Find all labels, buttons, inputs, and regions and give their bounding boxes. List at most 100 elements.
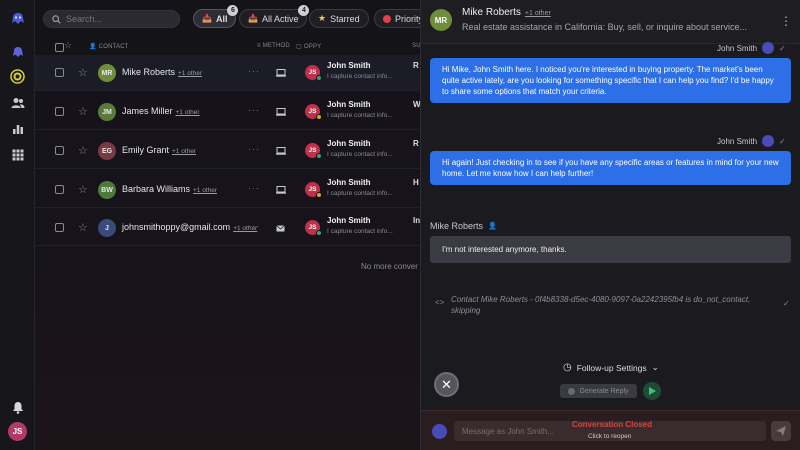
select-all-checkbox[interactable] <box>55 43 64 52</box>
other-contacts-link[interactable]: +1 other <box>193 187 217 194</box>
close-icon: ✕ <box>441 376 452 392</box>
desktop-icon <box>276 146 286 155</box>
row-checkbox[interactable] <box>55 107 64 116</box>
sender-avatar-icon <box>432 424 447 439</box>
notifications-bell-icon[interactable] <box>9 399 26 416</box>
contact-name[interactable]: Mike Roberts <box>462 7 521 18</box>
filter-all-active[interactable]: 📥 All Active 4 <box>239 5 310 28</box>
contact-name[interactable]: Mike Roberts <box>122 67 175 77</box>
table-row[interactable]: ☆ BW Barbara Williams +1 other ··· JS John Smi… <box>35 172 420 208</box>
close-conversation-button[interactable]: ✕ <box>434 372 459 397</box>
inbox-icon[interactable] <box>9 68 26 85</box>
contact-name-cell[interactable]: Mike Roberts +1 other <box>122 67 202 77</box>
more-options-icon[interactable]: ⋮ <box>780 14 792 28</box>
code-icon: <> <box>435 298 445 307</box>
summary-cell: W <box>413 100 420 109</box>
filter-label: All <box>215 13 228 24</box>
send-button[interactable] <box>771 421 791 441</box>
agent-name: John Smith <box>327 216 371 225</box>
contact-column-header[interactable]: 👤 CONTACT <box>89 43 129 51</box>
generate-reply-button[interactable]: Generate Reply <box>560 384 637 398</box>
outgoing-message: Hi Mike, John Smith here. I noticed you'… <box>430 58 791 103</box>
method-column-header[interactable]: ≡ METHOD <box>257 43 290 49</box>
contact-name[interactable]: Barbara Williams <box>122 184 190 194</box>
app-logo-icon[interactable] <box>9 10 26 27</box>
reopen-link[interactable]: Click to reopen <box>588 433 631 440</box>
star-icon[interactable]: ☆ <box>78 183 88 196</box>
more-icon[interactable]: ··· <box>248 66 260 76</box>
row-checkbox[interactable] <box>55 146 64 155</box>
send-icon <box>776 426 786 436</box>
more-icon[interactable]: ··· <box>248 105 260 115</box>
followup-settings-toggle[interactable]: ◷ Follow-up Settings ⌄ <box>563 362 659 373</box>
table-row[interactable]: ☆ Jjohnsmithoppy@gmail.com +1 other ··· JS Jo… <box>35 210 420 246</box>
agent-description: I capture contact info... <box>327 228 393 235</box>
bot-avatar-icon <box>762 135 775 147</box>
contact-name[interactable]: johnsmithoppy@gmail.com <box>122 222 230 232</box>
status-dot-icon <box>316 192 322 198</box>
run-button[interactable] <box>643 382 661 400</box>
filter-priority[interactable]: Priority <box>374 9 420 28</box>
left-rail: JS <box>0 0 35 450</box>
analytics-icon[interactable] <box>9 120 26 137</box>
more-icon[interactable]: ··· <box>248 144 260 154</box>
filter-all[interactable]: 📥 All 6 <box>193 5 239 28</box>
desktop-icon <box>276 68 286 77</box>
campaign-description: Real estate assistance in California: Bu… <box>462 22 747 32</box>
info-icon <box>568 387 576 395</box>
contact-name-cell[interactable]: James Miller +1 other <box>122 106 200 116</box>
desktop-icon <box>276 185 286 194</box>
desktop-icon <box>276 107 286 116</box>
message-composer: Conversation Closed Click to reopen <box>421 410 800 450</box>
other-contacts-link[interactable]: +1 other <box>176 109 200 116</box>
filter-starred[interactable]: ★ Starred <box>309 9 369 28</box>
apps-grid-icon[interactable] <box>9 146 26 163</box>
star-icon[interactable]: ☆ <box>78 221 88 234</box>
star-icon[interactable]: ☆ <box>78 105 88 118</box>
search-box[interactable] <box>43 10 180 28</box>
table-header: ☆ 👤 CONTACT ≡ METHOD ▢ OPPY SU <box>35 40 420 54</box>
count-badge: 6 <box>227 5 239 16</box>
status-dot-icon <box>316 75 322 81</box>
agent-description: I capture contact info... <box>327 151 393 158</box>
message-sender: John Smith ✓ <box>717 42 786 54</box>
conversation-closed-label[interactable]: Conversation Closed <box>572 420 652 429</box>
table-row[interactable]: ☆ EG Emily Grant +1 other ··· JS John Smith I c… <box>35 133 420 169</box>
other-contacts-link[interactable]: +1 other <box>172 148 196 155</box>
search-input[interactable] <box>66 14 171 24</box>
inbox-icon: 📥 <box>248 14 258 23</box>
agent-description: I capture contact info... <box>327 73 393 80</box>
star-icon[interactable]: ☆ <box>78 66 88 79</box>
agent-description: I capture contact info... <box>327 112 393 119</box>
more-icon[interactable]: ··· <box>248 221 260 231</box>
contact-name-cell[interactable]: Emily Grant +1 other <box>122 145 196 155</box>
contacts-icon[interactable] <box>9 94 26 111</box>
contact-name-cell[interactable]: Barbara Williams +1 other <box>122 184 217 194</box>
row-checkbox[interactable] <box>55 185 64 194</box>
user-avatar[interactable]: JS <box>8 422 27 441</box>
contact-name[interactable]: Emily Grant <box>122 145 169 155</box>
agent-description: I capture contact info... <box>327 190 393 197</box>
table-row[interactable]: ☆ MR Mike Roberts +1 other ··· JS John Smith I … <box>35 55 420 91</box>
extra-column-header[interactable]: SU <box>412 43 420 49</box>
copy-column-header[interactable]: ▢ OPPY <box>296 43 321 51</box>
list-end-text: No more conver <box>361 262 418 271</box>
other-contacts-link[interactable]: +1 other <box>178 70 202 77</box>
conversation-header: MR Mike Roberts +1 other Real estate assi… <box>421 0 800 44</box>
other-contacts-link[interactable]: +1 other <box>525 10 551 17</box>
row-checkbox[interactable] <box>55 223 64 232</box>
star-column-icon: ☆ <box>64 40 73 50</box>
contact-name[interactable]: James Miller <box>122 106 173 116</box>
outgoing-message: Hi again! Just checking in to see if you… <box>430 151 791 185</box>
summary-cell: R <box>413 139 419 148</box>
star-icon: ★ <box>318 13 327 23</box>
agent-name: John Smith <box>327 139 371 148</box>
agents-icon[interactable] <box>9 44 26 61</box>
more-icon[interactable]: ··· <box>248 183 260 193</box>
contact-name-cell[interactable]: johnsmithoppy@gmail.com +1 other <box>122 222 257 232</box>
agent-name: John Smith <box>327 100 371 109</box>
row-checkbox[interactable] <box>55 68 64 77</box>
star-icon[interactable]: ☆ <box>78 144 88 157</box>
table-row[interactable]: ☆ JM James Miller +1 other ··· JS John Smith I … <box>35 94 420 130</box>
contact-avatar[interactable]: MR <box>430 9 452 31</box>
